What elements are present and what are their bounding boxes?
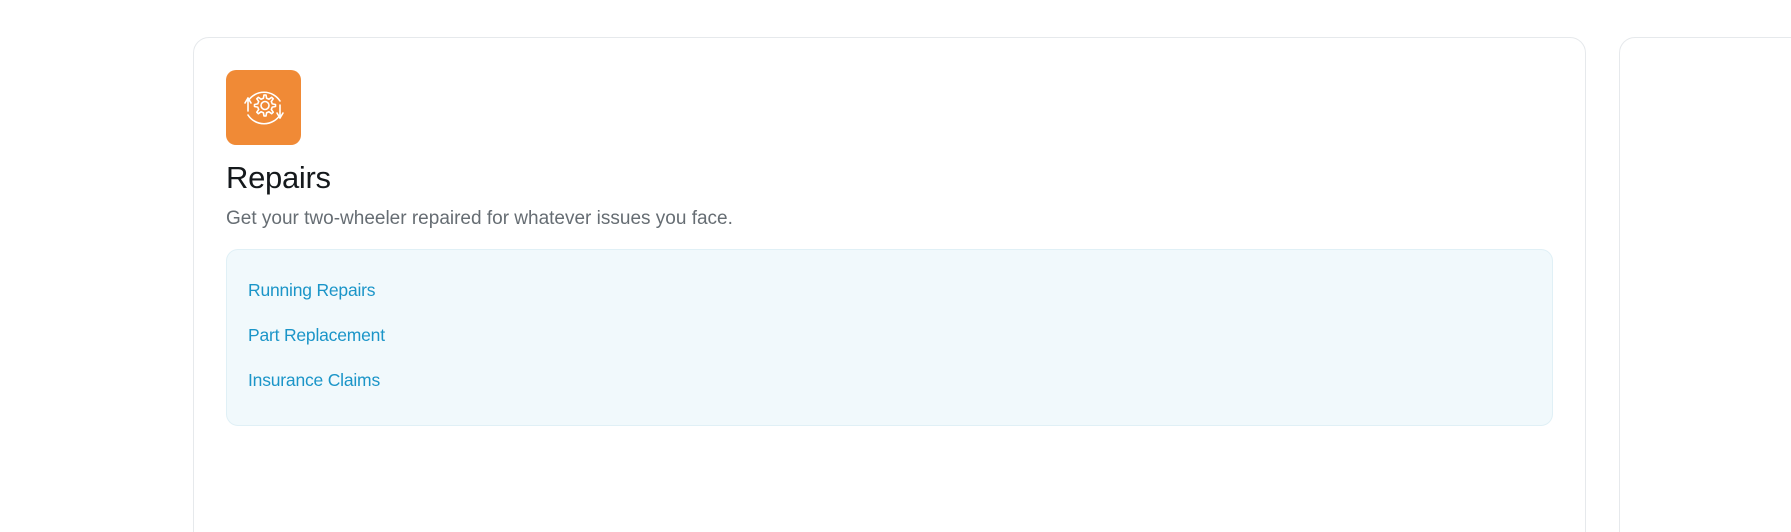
repair-gear-cycle-icon <box>243 91 284 124</box>
service-card-repairs: Repairs Get your two-wheeler repaired fo… <box>193 37 1586 532</box>
card-title: Repairs <box>226 160 331 195</box>
part-replacement-link[interactable]: Part Replacement <box>248 325 385 346</box>
next-service-card <box>1619 37 1791 532</box>
running-repairs-link[interactable]: Running Repairs <box>248 280 376 301</box>
card-description: Get your two-wheeler repaired for whatev… <box>226 208 733 229</box>
insurance-claims-link[interactable]: Insurance Claims <box>248 370 380 391</box>
list-item: Part Replacement <box>248 325 1552 370</box>
service-links-panel: Running Repairs Part Replacement Insuran… <box>226 249 1553 426</box>
repair-icon-tile <box>226 70 301 145</box>
list-item: Running Repairs <box>248 280 1552 325</box>
page: Repairs Get your two-wheeler repaired fo… <box>0 0 1791 532</box>
service-link-list: Running Repairs Part Replacement Insuran… <box>227 250 1552 415</box>
list-item: Insurance Claims <box>248 370 1552 415</box>
